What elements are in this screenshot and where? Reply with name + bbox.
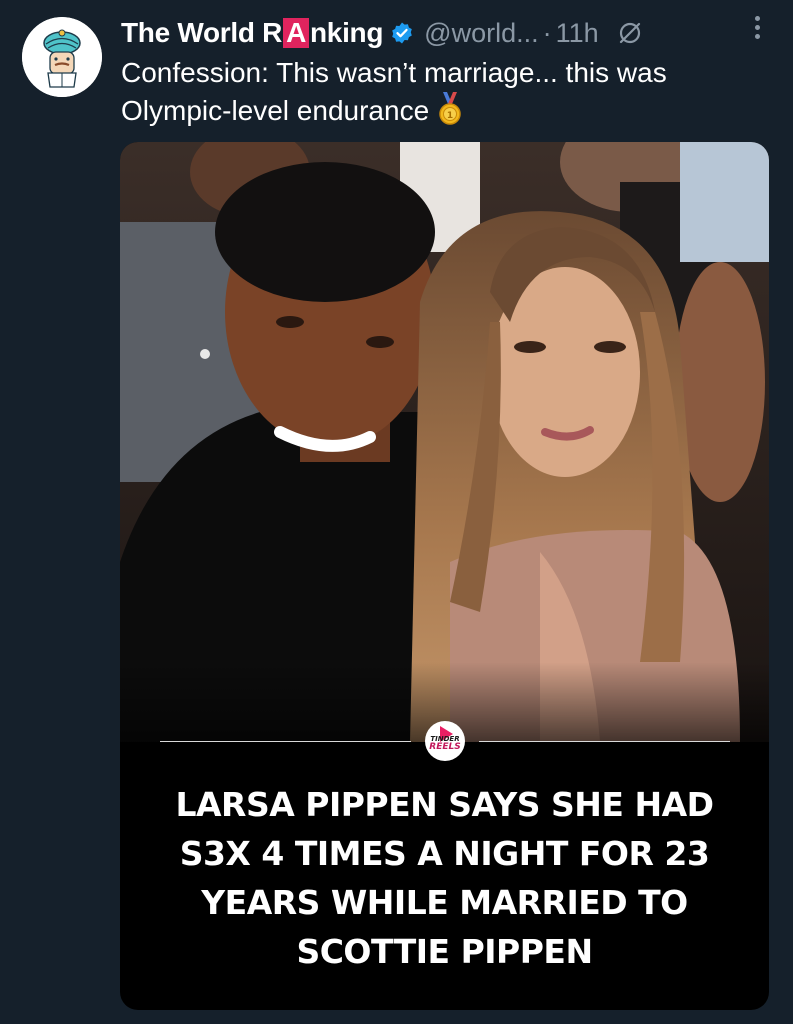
tinder-reels-logo: TINDER REELS xyxy=(425,721,465,761)
display-name-boxed-letter: A xyxy=(283,18,309,48)
svg-text:1: 1 xyxy=(447,111,453,121)
handle[interactable]: @world... xyxy=(424,18,538,49)
timestamp[interactable]: 11h xyxy=(556,18,599,49)
headline-line: LARSA PIPPEN SAYS SHE HAD xyxy=(175,785,714,824)
avatar[interactable] xyxy=(22,17,102,97)
logo-divider: TINDER REELS xyxy=(160,716,730,766)
divider-line-left xyxy=(160,740,411,742)
medal-icon: 1 xyxy=(439,92,461,125)
tweet-text: Confession: This wasn’t marriage... this… xyxy=(121,54,761,130)
display-name[interactable]: The World R Anking xyxy=(121,17,383,49)
display-name-part: nking xyxy=(310,17,384,48)
verified-badge-icon[interactable] xyxy=(390,21,414,45)
more-dot xyxy=(754,33,760,39)
turban-character-avatar-icon xyxy=(22,17,102,97)
display-name-part: The World R xyxy=(121,17,283,48)
separator-dot: · xyxy=(542,17,552,48)
more-options-icon[interactable] xyxy=(745,10,769,44)
media-image[interactable]: TINDER REELS LARSA PIPPEN SAYS SHE HAD S… xyxy=(120,142,769,1010)
divider-line-right xyxy=(479,740,730,742)
image-headline: LARSA PIPPEN SAYS SHE HAD S3X 4 TIMES A … xyxy=(120,780,769,976)
grok-icon[interactable] xyxy=(617,20,643,46)
tweet[interactable]: The World R Anking @world... · 11h Confes… xyxy=(0,0,793,1024)
headline-line: SCOTTIE PIPPEN xyxy=(296,932,593,971)
headline-line: YEARS WHILE MARRIED TO xyxy=(201,883,688,922)
more-dot xyxy=(754,24,760,30)
logo-text-bottom: REELS xyxy=(429,742,461,752)
couple-photo-illustration xyxy=(120,142,769,742)
more-dot xyxy=(754,15,760,21)
tweet-text-content: Confession: This wasn’t marriage... this… xyxy=(121,57,667,126)
tweet-header: The World R Anking @world... · 11h xyxy=(121,14,781,52)
headline-line: S3X 4 TIMES A NIGHT FOR 23 xyxy=(179,834,710,873)
couple-photo xyxy=(120,142,769,742)
